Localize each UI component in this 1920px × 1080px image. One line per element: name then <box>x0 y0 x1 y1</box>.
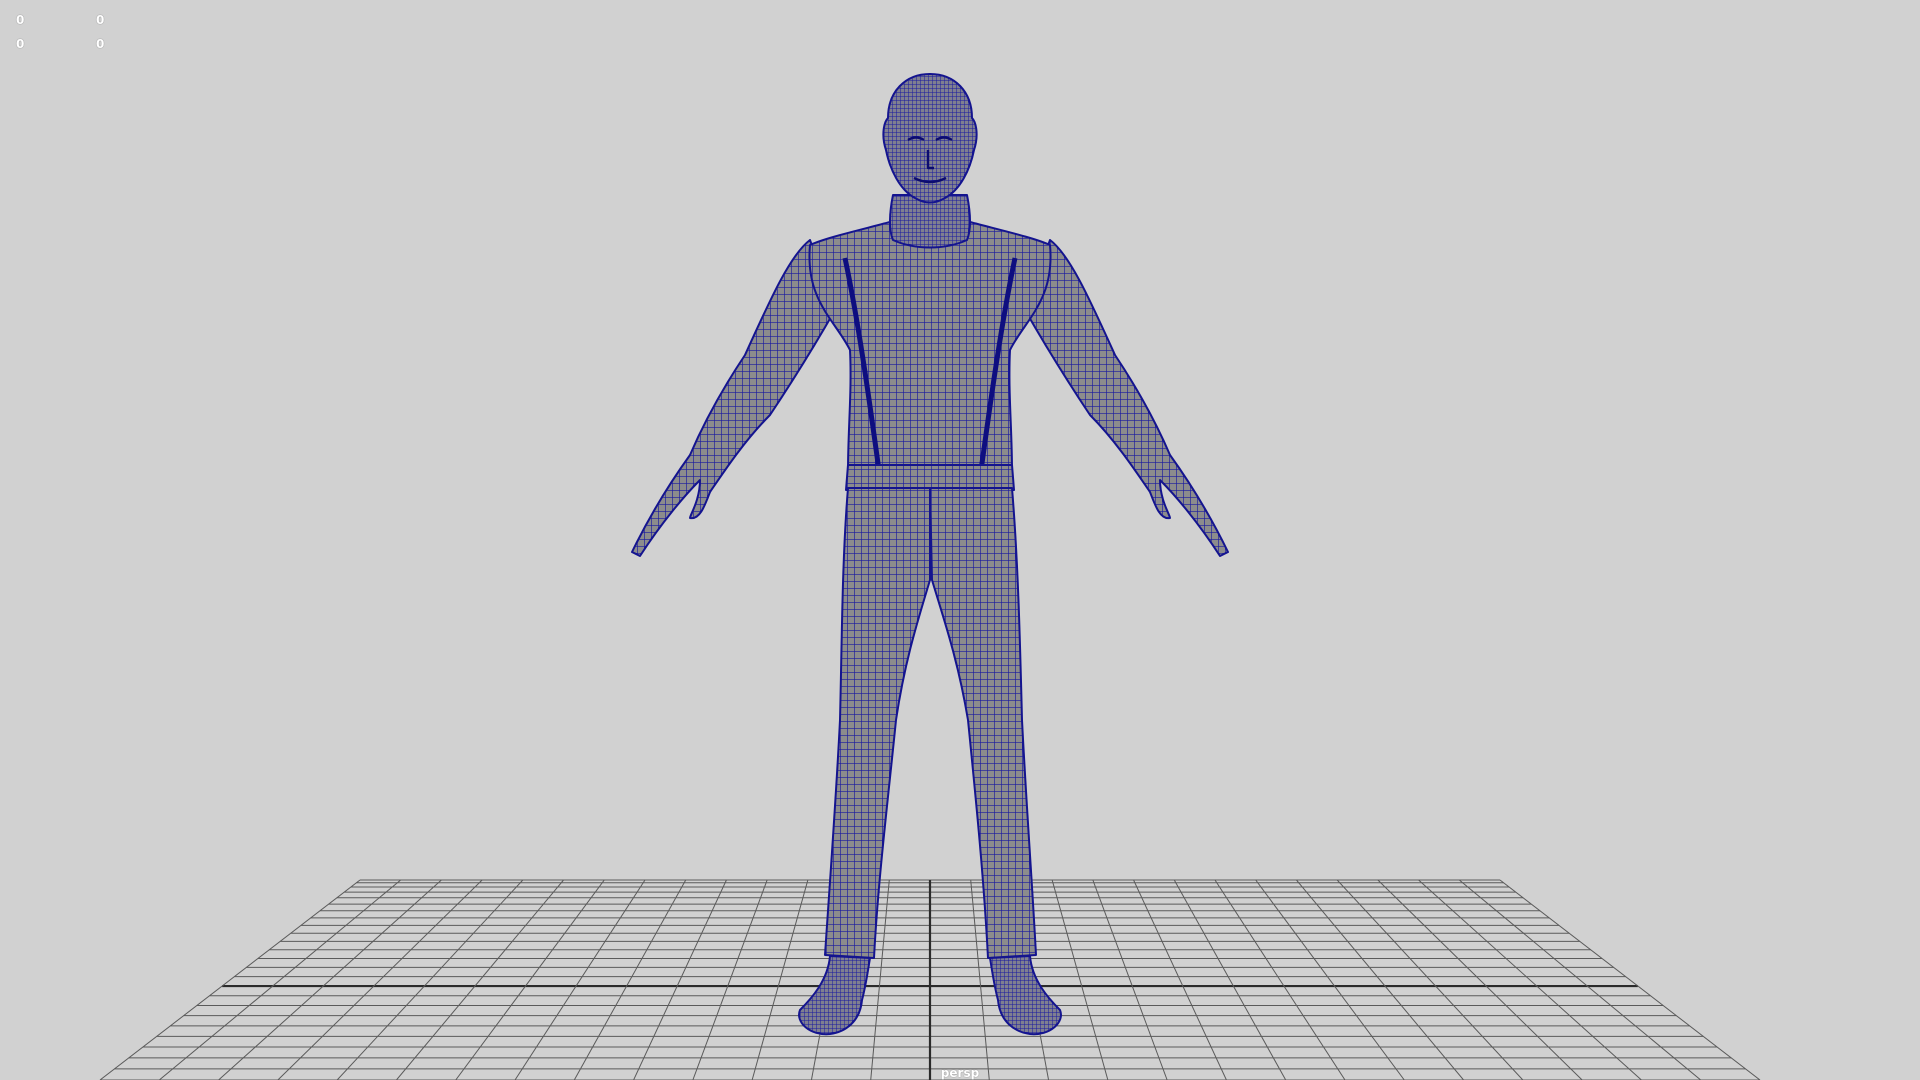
grid-line <box>751 879 809 1080</box>
grid-line <box>396 879 564 1080</box>
grid-line <box>1418 879 1642 1080</box>
grid-line <box>455 879 605 1080</box>
head-mesh[interactable] <box>882 73 978 204</box>
perspective-viewport[interactable]: 0 0 0 0 persp <box>0 0 1920 1080</box>
grid-line <box>1499 879 1761 1080</box>
right-leg-mesh[interactable] <box>929 487 1037 959</box>
grid-line <box>1092 879 1168 1080</box>
grid-line <box>1133 879 1227 1080</box>
camera-label: persp <box>940 1066 980 1080</box>
grid-line <box>1214 879 1346 1080</box>
grid-line <box>1296 879 1464 1080</box>
grid-line <box>692 879 768 1080</box>
grid-line <box>633 879 727 1080</box>
waistband <box>845 464 1015 491</box>
left-arm-mesh[interactable] <box>631 239 836 557</box>
grid-line <box>514 879 646 1080</box>
grid-line <box>277 879 483 1080</box>
scene-canvas[interactable] <box>0 0 1920 1080</box>
grid-line <box>1051 879 1109 1080</box>
grid-line <box>99 879 361 1080</box>
ground-grid <box>99 879 1761 1080</box>
grid-line <box>1377 879 1583 1080</box>
grid-line <box>1173 879 1287 1080</box>
grid-line <box>573 879 687 1080</box>
grid-line <box>218 879 442 1080</box>
right-arm-mesh[interactable] <box>1024 239 1229 557</box>
grid-line <box>1255 879 1405 1080</box>
left-leg-mesh[interactable] <box>824 487 931 959</box>
